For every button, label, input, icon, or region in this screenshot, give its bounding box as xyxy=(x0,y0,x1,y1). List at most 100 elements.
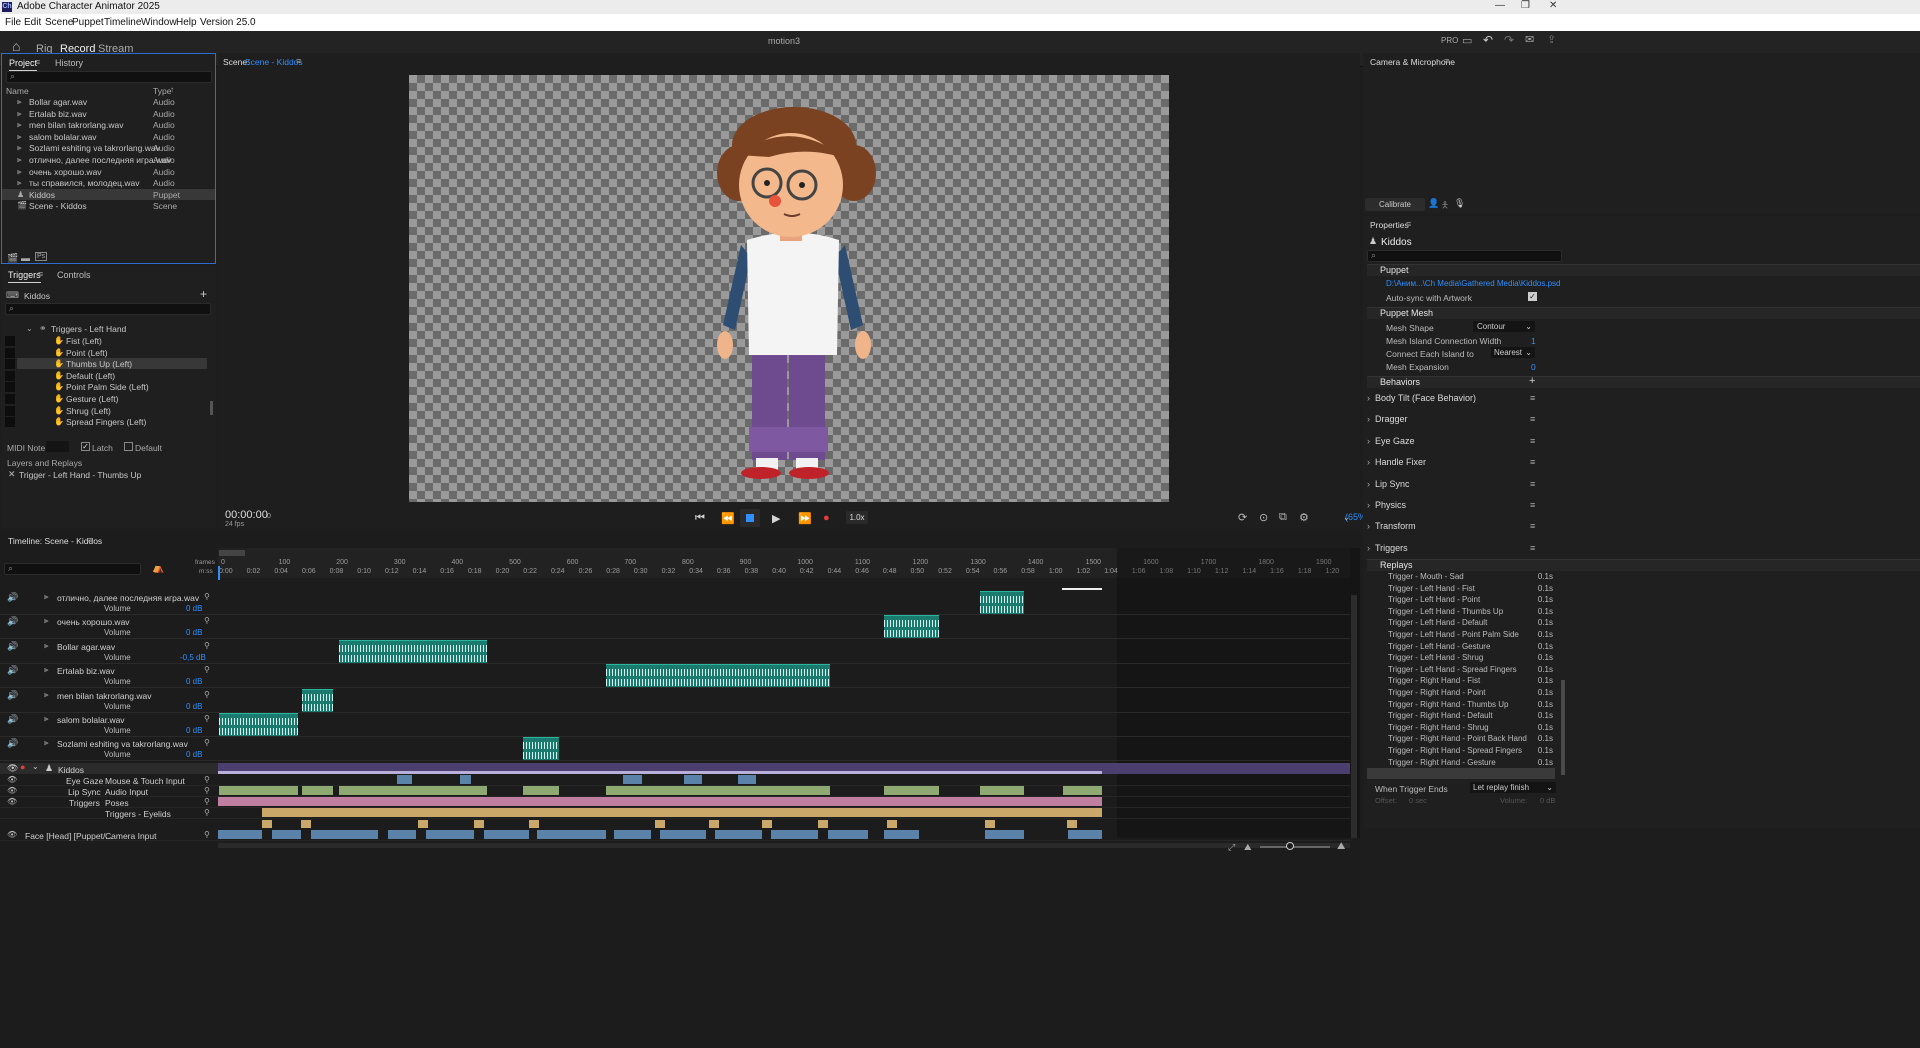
screen-icon[interactable]: ⧉ xyxy=(1279,511,1287,524)
behavior-track-name[interactable]: Face [Head] [Puppet/... xyxy=(25,831,112,841)
behavior-item[interactable]: › Body Tilt (Face Behavior) ≡ xyxy=(1367,393,1567,403)
trigger-marker[interactable] xyxy=(301,820,311,828)
face-segment[interactable] xyxy=(311,830,378,839)
trigger-marker[interactable] xyxy=(529,820,539,828)
replay-duration[interactable]: 0.1s xyxy=(1538,700,1553,709)
feedback-icon[interactable]: ✉ xyxy=(1525,33,1534,46)
menu-version[interactable]: Version 25.0 xyxy=(200,17,256,28)
timecode[interactable]: 00:00:00 xyxy=(225,509,268,521)
fit-icon[interactable]: ⤢ xyxy=(1228,842,1235,853)
project-item-name[interactable]: men bilan takrorlang.wav xyxy=(29,120,124,130)
section-replays[interactable]: Replays xyxy=(1367,559,1920,571)
chevron-right-icon[interactable]: › xyxy=(1367,479,1370,489)
chevron-right-icon[interactable]: › xyxy=(1367,500,1370,510)
lock-icon[interactable]: ⚲ xyxy=(204,665,210,674)
stop-button[interactable] xyxy=(740,509,760,527)
lip-sync-segment[interactable] xyxy=(1063,786,1102,795)
trigger-key-slot[interactable] xyxy=(5,394,15,404)
replay-duration[interactable]: 0.1s xyxy=(1538,607,1553,616)
face-segment[interactable] xyxy=(828,830,868,839)
menu-icon[interactable]: ≡ xyxy=(1530,543,1535,553)
chevron-right-icon[interactable]: › xyxy=(1367,543,1370,553)
face-segment[interactable] xyxy=(985,830,1024,839)
trigger-key-slot[interactable] xyxy=(5,382,15,393)
replay-item[interactable]: Trigger - Left Hand - Gesture 0.1s xyxy=(1388,642,1553,651)
audio-track-name[interactable]: salom bolalar.wav xyxy=(57,715,125,725)
trigger-marker[interactable] xyxy=(887,820,897,828)
step-back-icon[interactable]: ⏪ xyxy=(721,512,735,525)
trigger-key-slot[interactable] xyxy=(5,359,15,370)
record-icon[interactable]: ● xyxy=(823,512,830,524)
chevron-right-icon[interactable]: › xyxy=(1367,521,1370,531)
playback-speed[interactable]: 1.0x xyxy=(846,511,868,524)
face-segment[interactable] xyxy=(426,830,474,839)
behavior-item[interactable]: › Physics ≡ xyxy=(1367,500,1567,510)
section-behaviors[interactable]: Behaviors xyxy=(1367,376,1920,388)
face-segment[interactable] xyxy=(218,830,262,839)
chevron-down-icon[interactable]: ⌄ xyxy=(1343,513,1350,522)
project-search-input[interactable]: ⌕ xyxy=(6,71,212,83)
trigger-marker[interactable] xyxy=(709,820,719,828)
zoom-slider-handle[interactable] xyxy=(1286,842,1294,850)
speaker-icon[interactable]: 🔊 xyxy=(7,738,18,749)
lip-sync-segment[interactable] xyxy=(523,786,559,795)
panel-menu-icon[interactable]: ≡ xyxy=(38,269,43,279)
calibrate-button[interactable]: Calibrate xyxy=(1365,198,1425,211)
trigger-item[interactable]: Spread Fingers (Left) xyxy=(66,417,146,427)
chevron-right-icon[interactable]: › xyxy=(1367,393,1370,403)
audio-clip[interactable] xyxy=(980,591,1024,614)
volume-value[interactable]: 0 dB xyxy=(186,628,202,637)
audio-clip[interactable] xyxy=(523,737,559,761)
trigger-group-label[interactable]: Triggers - Left Hand xyxy=(51,324,126,334)
minimize-icon[interactable]: — xyxy=(1495,0,1505,11)
trigger-search-input[interactable]: ⌕ xyxy=(5,303,211,315)
behavior-track-name[interactable]: Eye Gaze xyxy=(66,776,103,786)
trigger-key-slot[interactable] xyxy=(5,336,15,346)
chevron-right-icon[interactable]: › xyxy=(1367,457,1370,467)
lip-sync-segment[interactable] xyxy=(219,786,298,795)
volume-value[interactable]: -0,5 dB xyxy=(180,653,206,662)
menu-icon[interactable]: ≡ xyxy=(1530,457,1535,467)
lock-icon[interactable]: ⚲ xyxy=(204,775,210,784)
replay-item[interactable]: Trigger - Left Hand - Point Palm Side 0.1… xyxy=(1388,630,1553,639)
trigger-marker[interactable] xyxy=(1067,820,1077,828)
latch-checkbox[interactable]: ✓ xyxy=(81,442,90,451)
face-segment[interactable] xyxy=(1068,830,1102,839)
replay-item[interactable]: Trigger - Right Hand - Fist 0.1s xyxy=(1388,676,1553,685)
lock-icon[interactable]: ⚲ xyxy=(204,714,210,723)
zoom-out-icon[interactable]: ⛰ xyxy=(1244,842,1252,853)
replay-item[interactable]: Trigger - Right Hand - Gesture 0.1s xyxy=(1388,758,1553,767)
behavior-track-input[interactable]: Mouse & Touch Input xyxy=(105,776,185,786)
redo-icon[interactable]: ↷ xyxy=(1504,33,1514,47)
project-item-name[interactable]: Bollar agar.wav xyxy=(29,97,87,107)
panel-menu-icon[interactable]: ≡ xyxy=(1444,56,1449,66)
section-puppet[interactable]: Puppet xyxy=(1367,264,1920,276)
behavior-item[interactable]: › Dragger ≡ xyxy=(1367,414,1567,424)
volume-value[interactable]: 0 dB xyxy=(186,604,202,613)
face-segment[interactable] xyxy=(388,830,416,839)
timeline-hscrollbar[interactable] xyxy=(218,843,1350,848)
scene-canvas[interactable] xyxy=(409,75,1169,502)
chevron-down-icon[interactable]: ⌄ xyxy=(26,324,33,333)
undo-icon[interactable]: ↶ xyxy=(1483,33,1493,47)
default-checkbox[interactable] xyxy=(124,442,133,451)
replay-duration[interactable]: 0.1s xyxy=(1538,723,1553,732)
menu-icon[interactable]: ≡ xyxy=(1530,393,1535,403)
remove-icon[interactable]: ✕ xyxy=(8,469,16,480)
chevron-right-icon[interactable]: › xyxy=(1367,414,1370,424)
lip-sync-segment[interactable] xyxy=(980,786,1024,795)
replay-item[interactable]: Trigger - Left Hand - Point 0.1s xyxy=(1388,595,1553,604)
properties-search-input[interactable]: ⌕ xyxy=(1367,250,1562,262)
replay-duration[interactable]: 0.1s xyxy=(1538,676,1553,685)
replay-duration[interactable]: 0.1s xyxy=(1538,584,1553,593)
record-arm-icon[interactable]: ● xyxy=(20,762,25,772)
replay-item[interactable]: Trigger - Mouth - Sad 0.1s xyxy=(1388,572,1553,581)
play-icon[interactable]: ▶ xyxy=(772,512,780,525)
replay-duration[interactable]: 0.1s xyxy=(1538,653,1553,662)
properties-scrollbar[interactable] xyxy=(1561,680,1565,775)
eye-gaze-segment[interactable] xyxy=(460,775,471,784)
eye-icon[interactable]: 👁 xyxy=(7,775,17,784)
home-icon[interactable]: ⌂ xyxy=(12,38,20,54)
trigger-marker[interactable] xyxy=(985,820,995,828)
behavior-track-input[interactable]: Triggers - Eyelids xyxy=(105,809,171,819)
